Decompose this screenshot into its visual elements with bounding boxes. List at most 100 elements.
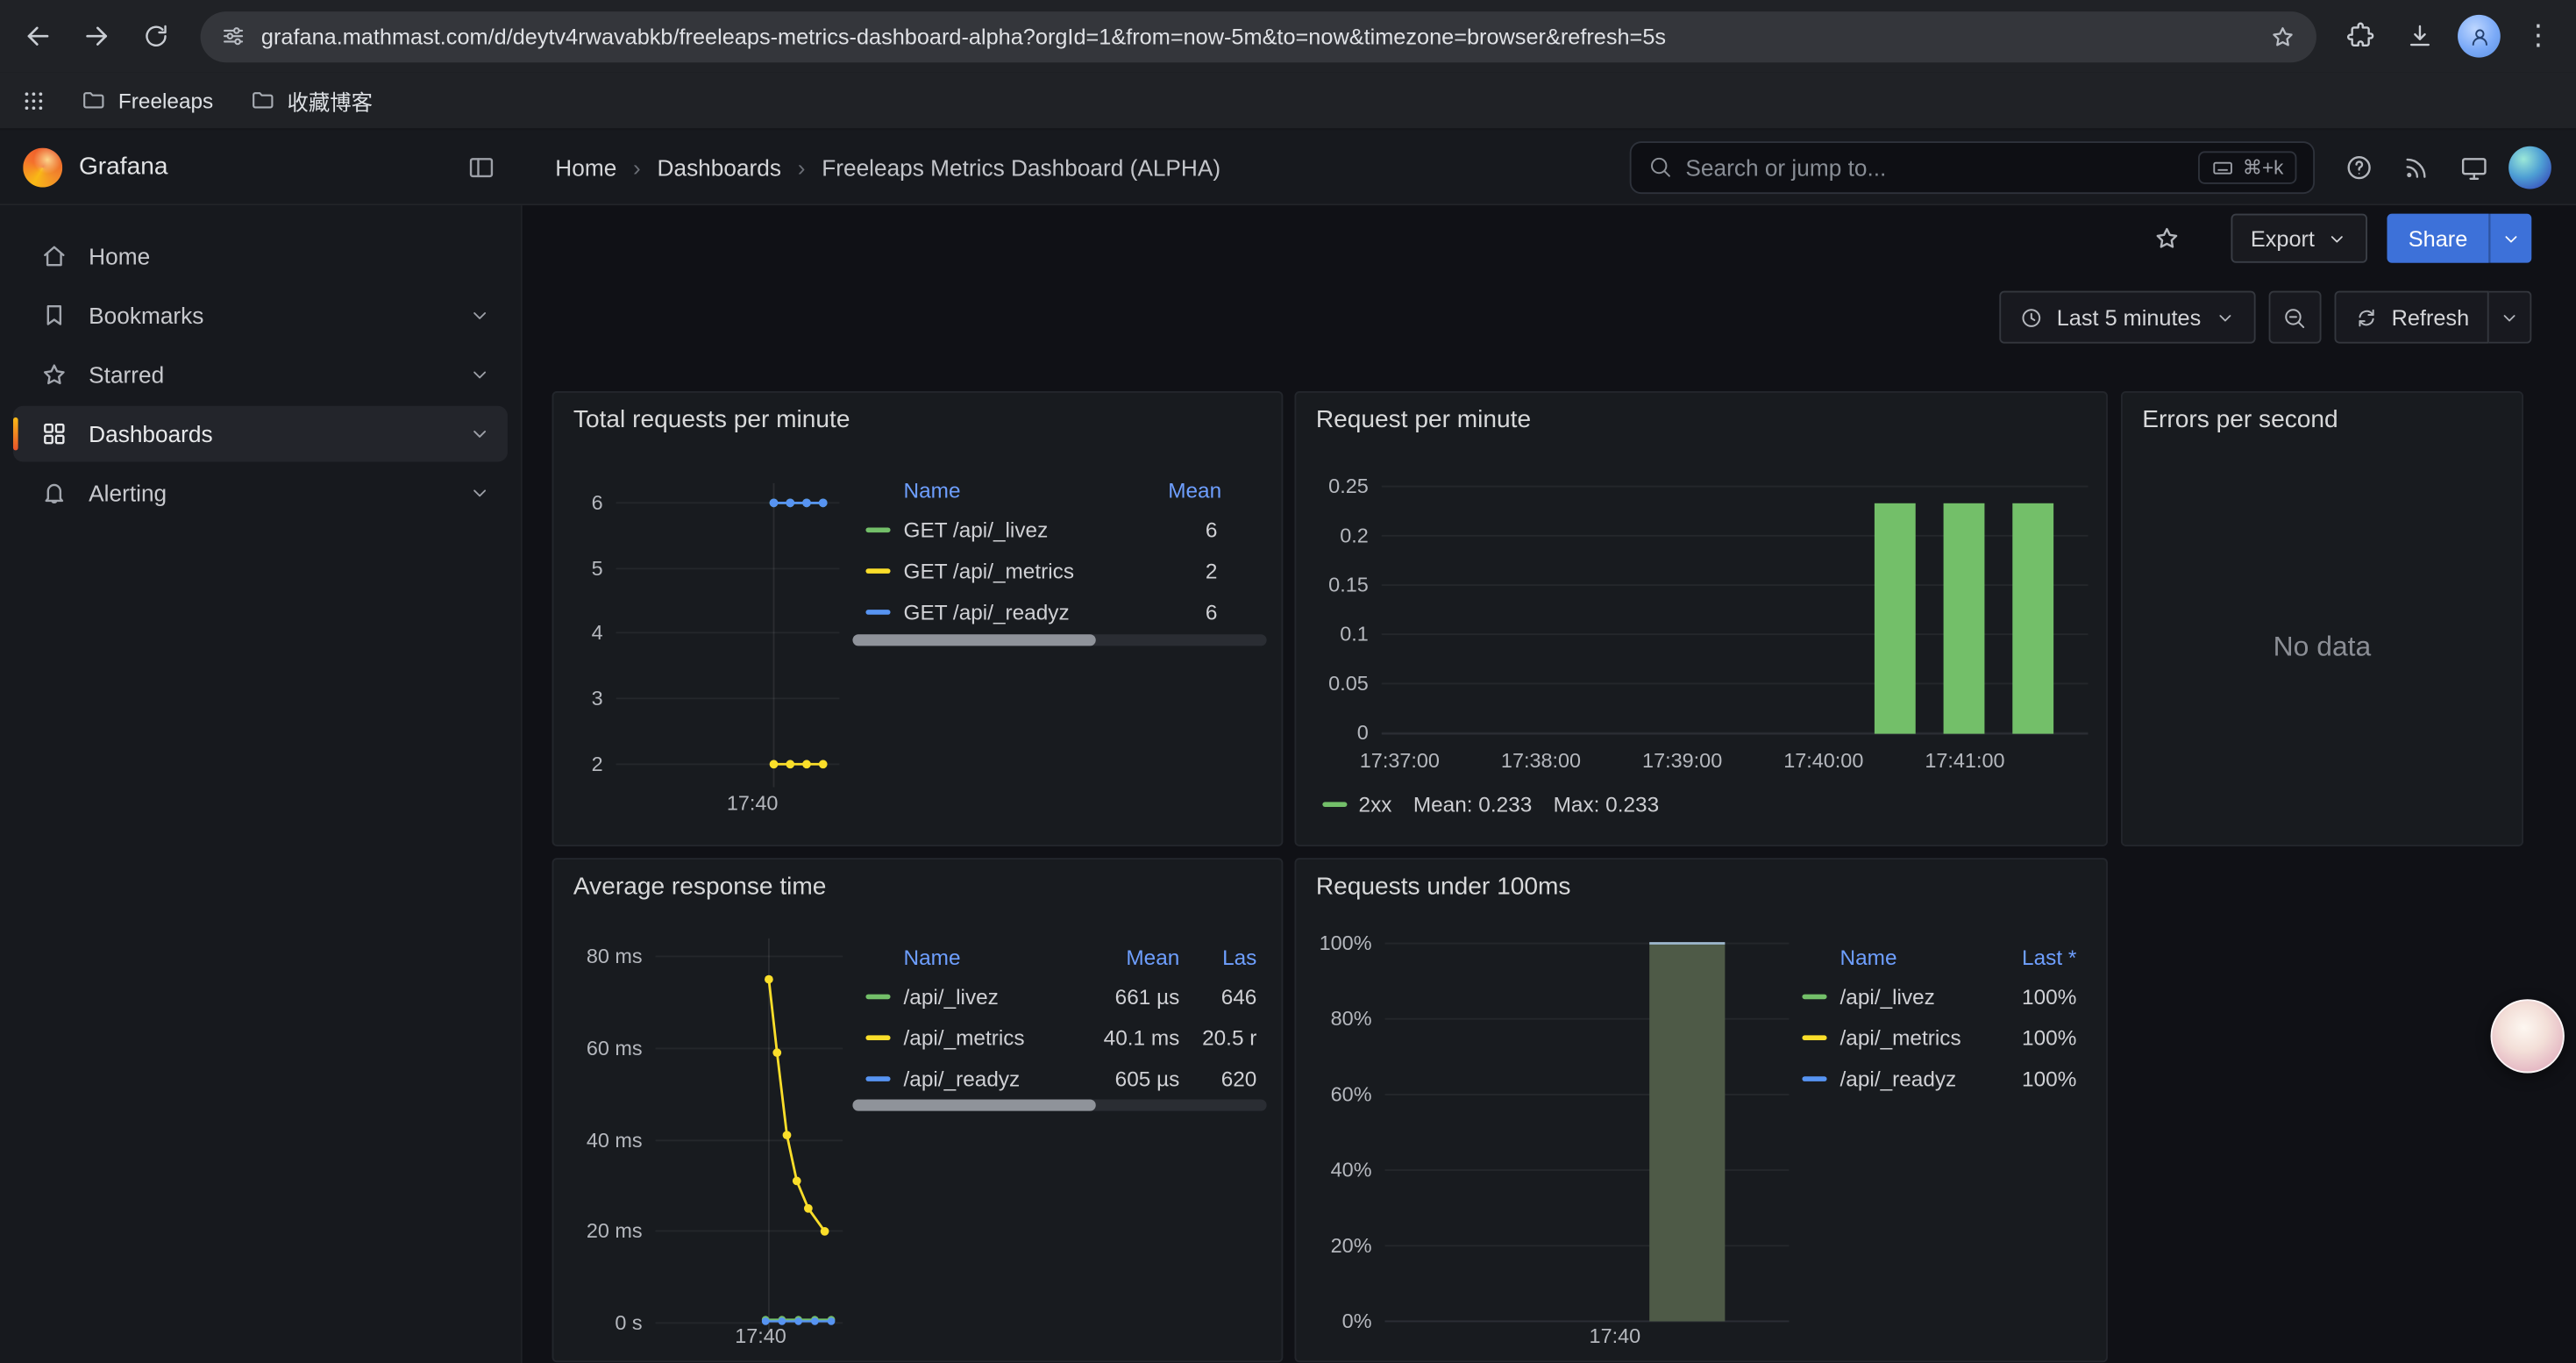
brand-name: Grafana: [79, 153, 168, 181]
axis-tick-label: 80 ms: [552, 944, 643, 970]
grafana-logo[interactable]: [23, 147, 62, 187]
dashboard-actions: Export Share: [523, 205, 2576, 271]
browser-toolbar: grafana.mathmast.com/d/deytv4rwavabkb/fr…: [0, 0, 2576, 72]
panel-errors-per-second: Errors per second No data: [2121, 391, 2523, 846]
folder-icon: [81, 87, 107, 113]
bell-icon: [39, 478, 69, 508]
export-button[interactable]: Export: [2231, 214, 2367, 263]
search-icon: [1647, 154, 1672, 179]
browser-menu-button[interactable]: ⋮: [2510, 8, 2566, 64]
user-avatar[interactable]: [2508, 146, 2551, 189]
axis-tick-label: 0.15: [1294, 572, 1368, 598]
axis-tick-label: 60 ms: [552, 1035, 643, 1061]
chevron-down-icon[interactable]: [468, 363, 491, 386]
breadcrumb: Home›Dashboards›Freeleaps Metrics Dashbo…: [523, 153, 1220, 180]
downloads-button[interactable]: [2392, 8, 2448, 64]
bookmark-label: Freeleaps: [118, 88, 213, 112]
sidebar-item-bookmarks[interactable]: Bookmarks: [13, 288, 508, 344]
url-bar[interactable]: grafana.mathmast.com/d/deytv4rwavabkb/fr…: [201, 11, 2316, 61]
axis-tick-label: 40%: [1294, 1157, 1371, 1183]
extensions-puzzle-icon: [2346, 21, 2376, 51]
axis-tick-label: 0 s: [552, 1309, 643, 1336]
chevron-down-icon: [2499, 306, 2520, 327]
axis-tick-label: 2: [552, 751, 603, 777]
zoom-out-button[interactable]: [2268, 291, 2321, 344]
axis-tick-label: 3: [552, 685, 603, 711]
back-button[interactable]: [10, 8, 66, 64]
axis-tick-label: 40 ms: [552, 1127, 643, 1153]
axis-tick-label: 17:39:00: [1608, 748, 1756, 774]
refresh-icon: [2353, 305, 2378, 330]
bookmark-item[interactable]: 收藏博客: [239, 80, 382, 121]
sidebar-item-alerting[interactable]: Alerting: [13, 465, 508, 521]
extensions-button[interactable]: [2333, 8, 2389, 64]
chart-canvas[interactable]: [1296, 860, 2108, 1362]
axis-tick-label: 17:40: [1541, 1323, 1690, 1349]
chart-canvas[interactable]: [553, 393, 1283, 846]
forward-icon: [81, 19, 113, 52]
dock-sidebar-button[interactable]: [466, 152, 496, 182]
panel-title[interactable]: Errors per second: [2123, 393, 2522, 447]
display-button[interactable]: [2451, 144, 2497, 189]
share-split-button: Share: [2387, 214, 2531, 263]
panel-left-icon: [466, 152, 496, 182]
person-icon: [2466, 24, 2491, 48]
content: Export Share Last 5 minutes Refresh: [523, 205, 2576, 1363]
sidebar-item-home[interactable]: Home: [13, 228, 508, 284]
monitor-icon: [2459, 152, 2489, 182]
keyboard-icon: [2211, 155, 2234, 178]
time-range-picker[interactable]: Last 5 minutes: [1999, 291, 2255, 344]
share-menu-button[interactable]: [2489, 214, 2532, 263]
breadcrumb-item[interactable]: Home: [555, 153, 616, 180]
star-icon: [39, 360, 69, 389]
chart-canvas[interactable]: [553, 860, 1283, 1362]
bookmark-icon: [39, 301, 69, 331]
sidebar-item-label: Dashboards: [89, 421, 448, 447]
refresh-split-button: Refresh: [2334, 291, 2531, 344]
reload-icon: [141, 21, 171, 51]
breadcrumb-item[interactable]: Dashboards: [658, 153, 781, 180]
favorite-button[interactable]: [2142, 214, 2191, 263]
apps-icon: [39, 419, 69, 449]
bookmark-star-icon[interactable]: [2269, 22, 2297, 50]
sidebar-item-label: Alerting: [89, 480, 448, 506]
search-placeholder: Search or jump to...: [1685, 153, 2185, 180]
nav-list: HomeBookmarksStarred Dashboards Alerting: [13, 228, 508, 521]
search-input[interactable]: Search or jump to... ⌘+k: [1630, 140, 2315, 193]
help-button[interactable]: [2336, 144, 2381, 189]
sidebar-item-starred[interactable]: Starred: [13, 346, 508, 403]
time-controls: Last 5 minutes Refresh: [523, 271, 2576, 363]
profile-button[interactable]: [2451, 8, 2508, 64]
header-icons: [2315, 144, 2576, 189]
site-info-icon[interactable]: [220, 23, 246, 49]
url-text[interactable]: grafana.mathmast.com/d/deytv4rwavabkb/fr…: [261, 24, 2254, 48]
axis-tick-label: 20%: [1294, 1232, 1371, 1259]
axis-tick-label: 17:38:00: [1467, 748, 1615, 774]
sidebar-item-dashboards[interactable]: Dashboards: [13, 406, 508, 462]
rss-icon: [2402, 152, 2431, 182]
forward-button[interactable]: [69, 8, 125, 64]
chart-canvas[interactable]: [1296, 393, 2108, 846]
grafana-app: Grafana Home›Dashboards›Freeleaps Metric…: [0, 130, 2576, 1363]
chevron-down-icon[interactable]: [468, 482, 491, 504]
download-icon: [2405, 21, 2435, 51]
bookmark-item[interactable]: Freeleaps: [71, 82, 224, 118]
axis-tick-label: 60%: [1294, 1081, 1371, 1108]
reload-button[interactable]: [128, 8, 184, 64]
bookmark-items: Freeleaps 收藏博客: [71, 80, 383, 121]
floating-assistant-avatar[interactable]: [2491, 999, 2565, 1073]
sidebar: HomeBookmarksStarred Dashboards Alerting: [0, 205, 523, 1363]
refresh-button[interactable]: Refresh: [2334, 291, 2489, 344]
news-button[interactable]: [2394, 144, 2439, 189]
help-icon: [2345, 152, 2374, 182]
share-button[interactable]: Share: [2387, 214, 2488, 263]
active-accent-bar: [13, 417, 18, 450]
apps-grid-icon[interactable]: [19, 86, 47, 114]
chevron-down-icon[interactable]: [468, 304, 491, 327]
chevron-down-icon[interactable]: [468, 423, 491, 446]
axis-tick-label: 17:40: [687, 1323, 835, 1349]
axis-tick-label: 4: [552, 619, 603, 646]
no-data-text: No data: [2123, 632, 2522, 664]
refresh-interval-button[interactable]: [2489, 291, 2532, 344]
axis-tick-label: 17:40:00: [1749, 748, 1897, 774]
